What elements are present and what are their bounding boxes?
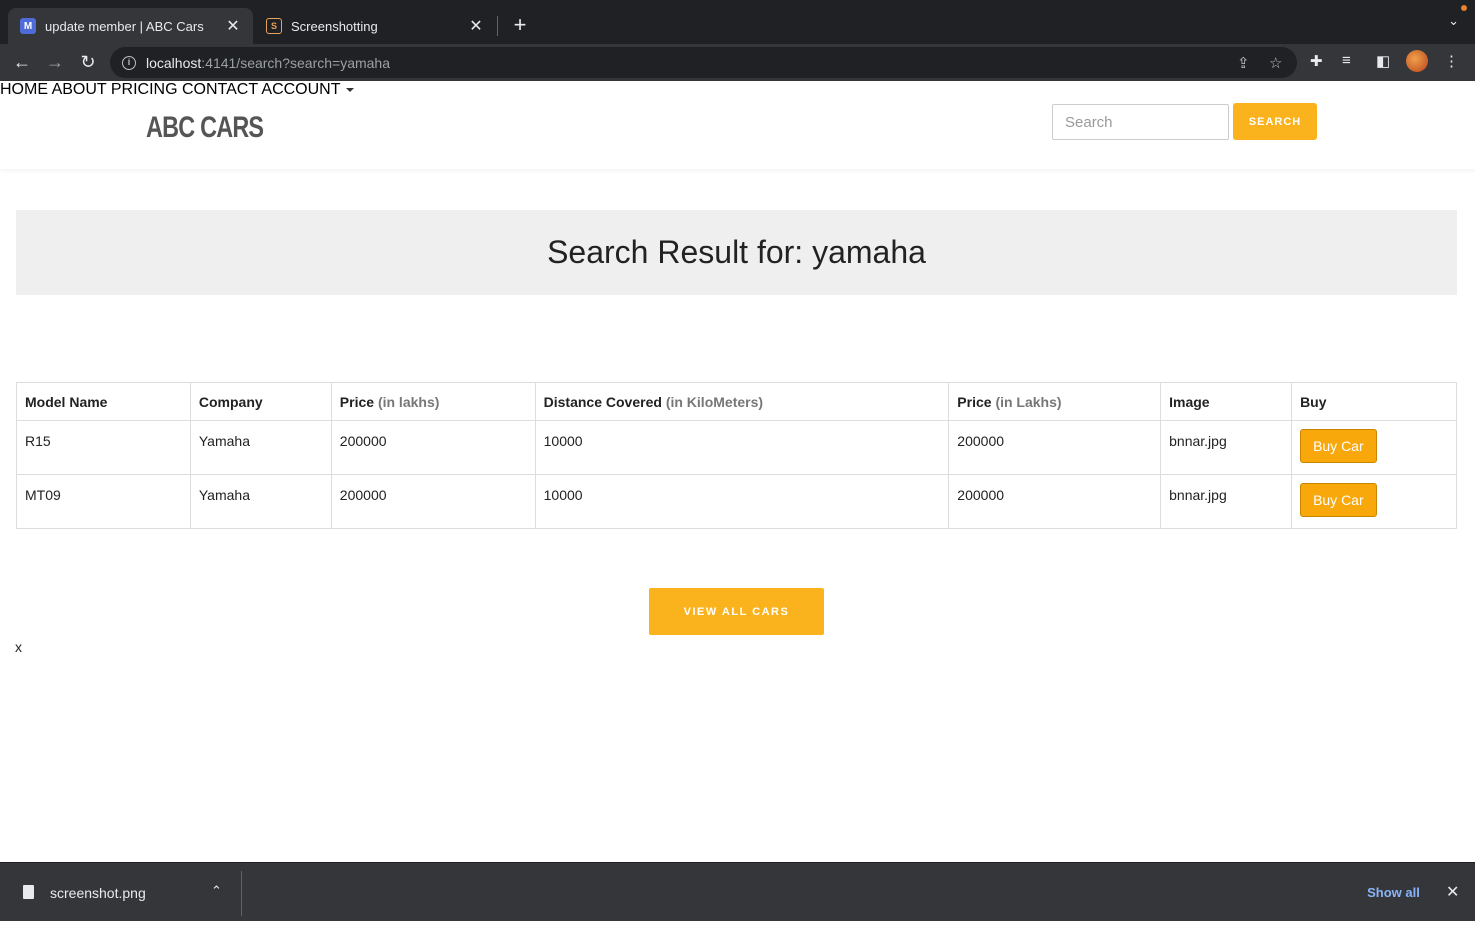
cell-image: bnnar.jpg: [1160, 420, 1293, 475]
download-divider: [241, 871, 242, 916]
star-icon[interactable]: ☆: [1269, 54, 1282, 72]
header-price-label: Price: [339, 394, 375, 410]
profile-avatar[interactable]: [1406, 50, 1428, 72]
search-button[interactable]: SEARCH: [1233, 103, 1317, 140]
close-icon[interactable]: ✕: [225, 16, 241, 36]
header-distance-unit: (in KiloMeters): [665, 394, 764, 410]
nav-contact[interactable]: CONTACT: [182, 81, 258, 98]
cell-buy: Buy Car: [1291, 474, 1457, 529]
caret-down-icon: [345, 87, 354, 92]
nav-about[interactable]: ABOUT: [52, 81, 107, 98]
browser-toolbar: ← → ↻ i localhost:4141/search?search=yam…: [0, 44, 1475, 81]
back-arrow-icon[interactable]: ←: [10, 50, 34, 74]
buy-car-button[interactable]: Buy Car: [1300, 429, 1377, 463]
favicon-icon: M: [20, 18, 36, 34]
info-icon[interactable]: i: [122, 55, 136, 70]
side-panel-icon[interactable]: ◧: [1376, 52, 1390, 70]
close-icon[interactable]: ✕: [468, 16, 484, 36]
tab-search-icon[interactable]: ⌄: [1448, 13, 1459, 29]
url-path: :4141/search?search=yamaha: [201, 54, 390, 71]
cell-image: bnnar.jpg: [1160, 474, 1293, 529]
cell-price-lakhs: 200000: [948, 474, 1162, 529]
browser-tab-strip: M update member | ABC Cars ✕ S Screensho…: [0, 0, 1475, 44]
url-host: localhost: [146, 54, 202, 71]
site-logo[interactable]: ABC CARS: [146, 111, 264, 145]
table-row: R15 Yamaha 200000 10000 200000 bnnar.jpg…: [16, 420, 1457, 475]
search-result-banner: Search Result for: yamaha: [16, 210, 1457, 295]
tab-update-member[interactable]: M update member | ABC Cars ✕: [8, 8, 253, 44]
header-price-lakhs-label: Price: [957, 394, 992, 410]
header-company: Company: [189, 382, 332, 421]
results-table: Model Name Company Price (in lakhs) Dist…: [16, 382, 1457, 529]
extensions-icon[interactable]: ✚: [1310, 52, 1323, 70]
header-price-lakhs: Price (in Lakhs): [948, 382, 1162, 421]
download-bar: screenshot.png ⌃ Show all ✕: [0, 862, 1475, 921]
update-dot-icon: [1461, 5, 1467, 11]
chevron-up-icon[interactable]: ⌃: [211, 883, 222, 899]
cell-price-lakhs: 200000: [948, 420, 1162, 475]
header-price-lakhs-unit: (in Lakhs): [995, 394, 1062, 410]
cell-company: Yamaha: [189, 474, 332, 529]
header-image: Image: [1160, 382, 1293, 421]
cell-price: 200000: [330, 474, 536, 529]
nav-pricing[interactable]: PRICING: [111, 81, 178, 98]
share-icon[interactable]: ⇪: [1237, 54, 1250, 72]
favicon-icon: S: [266, 18, 282, 34]
header-distance: Distance Covered (in KiloMeters): [534, 382, 950, 421]
reading-list-icon[interactable]: ≡: [1342, 52, 1351, 69]
cell-distance: 10000: [534, 474, 950, 529]
header-buy: Buy: [1291, 382, 1457, 421]
cell-model: MT09: [16, 474, 191, 529]
header-model-name: Model Name: [16, 382, 191, 421]
header-price: Price (in lakhs): [330, 382, 536, 421]
nav-account-label: ACCOUNT: [261, 81, 341, 98]
cell-price: 200000: [330, 420, 536, 475]
download-file-name[interactable]: screenshot.png: [50, 885, 146, 901]
nav-account[interactable]: ACCOUNT: [261, 81, 354, 98]
site-header: ABC CARS HOME ABOUT PRICING CONTACT ACCO…: [0, 81, 1475, 169]
table-row: MT09 Yamaha 200000 10000 200000 bnnar.jp…: [16, 474, 1457, 529]
buy-car-button[interactable]: Buy Car: [1300, 483, 1377, 517]
address-bar[interactable]: i localhost:4141/search?search=yamaha ⇪ …: [110, 47, 1297, 78]
tab-title: update member | ABC Cars: [45, 18, 204, 34]
show-all-button[interactable]: Show all: [1356, 878, 1431, 906]
file-icon: [23, 885, 34, 899]
nav-home[interactable]: HOME: [0, 81, 48, 98]
close-icon[interactable]: ✕: [1446, 882, 1459, 902]
kebab-menu-icon[interactable]: ⋮: [1444, 52, 1459, 70]
cell-distance: 10000: [534, 420, 950, 475]
tab-divider: [497, 16, 498, 36]
tab-title: Screenshotting: [291, 18, 378, 34]
new-tab-button[interactable]: +: [508, 12, 532, 38]
header-distance-label: Distance Covered: [543, 394, 662, 410]
bottom-edge: [0, 921, 1475, 925]
view-all-cars-button[interactable]: VIEW ALL CARS: [649, 588, 824, 635]
table-header-row: Model Name Company Price (in lakhs) Dist…: [16, 382, 1457, 421]
cell-company: Yamaha: [189, 420, 332, 475]
reload-icon[interactable]: ↻: [76, 50, 100, 74]
search-input[interactable]: [1052, 104, 1229, 140]
main-nav: HOME ABOUT PRICING CONTACT ACCOUNT: [0, 81, 1475, 99]
forward-arrow-icon[interactable]: →: [43, 50, 67, 74]
page-title: Search Result for: yamaha: [547, 234, 926, 270]
stray-text: x: [15, 639, 22, 655]
cell-buy: Buy Car: [1291, 420, 1457, 475]
header-price-unit: (in lakhs): [377, 394, 440, 410]
cell-model: R15: [16, 420, 191, 475]
tab-screenshotting[interactable]: S Screenshotting ✕: [254, 8, 496, 44]
